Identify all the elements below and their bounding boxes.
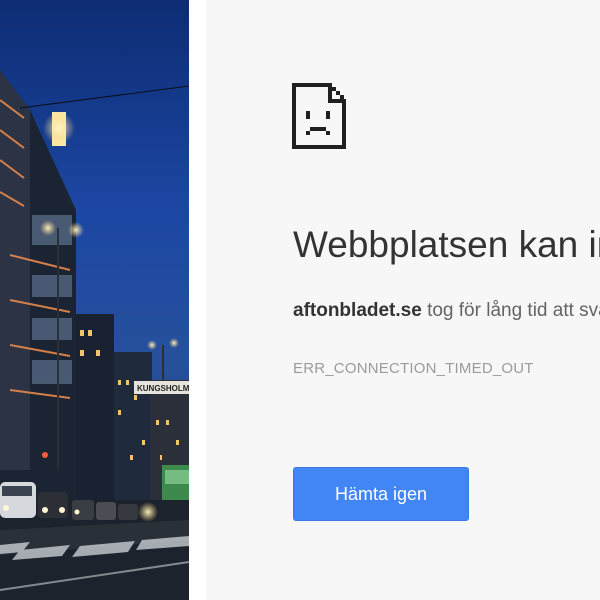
browser-error-page: Webbplatsen kan inte nås aftonbladet.se …	[206, 0, 600, 600]
error-title: Webbplatsen kan inte nås	[293, 224, 600, 265]
city-street-photo: KUNGSHOLM	[0, 0, 189, 600]
error-description: aftonbladet.se tog för lång tid att svar…	[293, 298, 600, 324]
screenshot: KUNGSHOLM Webbplatsen kan i aftonbladet.…	[0, 0, 600, 600]
image-gap	[189, 0, 206, 600]
street-sign-text: KUNGSHOLM	[137, 384, 189, 393]
error-code: ERR_CONNECTION_TIMED_OUT	[293, 360, 534, 377]
sad-document-icon	[292, 83, 346, 149]
error-domain: aftonbladet.se	[293, 300, 422, 321]
error-description-text: tog för lång tid att svara.	[427, 300, 600, 321]
reload-button[interactable]: Hämta igen	[293, 467, 469, 521]
